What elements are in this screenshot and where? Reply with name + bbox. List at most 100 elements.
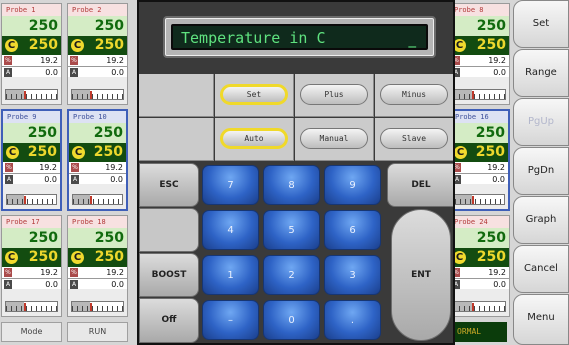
probe-panel-24[interactable]: Probe 24 250 C 250% 19.2 A 0.0 <box>449 215 510 317</box>
probe-amps: 0.0 <box>44 175 57 184</box>
probe-setpoint-row: C 250 <box>68 36 127 55</box>
del-button[interactable]: DEL <box>387 163 453 207</box>
probe-level-marker <box>23 91 26 99</box>
key-7[interactable]: 7 <box>202 165 259 205</box>
probe-value: 250 <box>450 228 509 248</box>
cancel-button[interactable]: Cancel <box>513 245 569 293</box>
mode-value[interactable]: RUN <box>67 322 128 342</box>
probe-level-marker <box>472 196 475 204</box>
key-4[interactable]: 4 <box>202 210 259 250</box>
probe-panel-18[interactable]: Probe 18 250 C 250% 19.2 A 0.0 <box>67 215 128 317</box>
plus-cell: Plus <box>295 74 374 117</box>
key-8[interactable]: 8 <box>263 165 320 205</box>
probe-percent-row: % 19.2 <box>2 55 61 66</box>
minus-cell: Minus <box>375 74 453 117</box>
celsius-icon: C <box>5 39 18 52</box>
celsius-icon: C <box>72 146 85 159</box>
probe-percent: 19.2 <box>487 163 505 172</box>
percent-icon: % <box>71 163 79 172</box>
manual-button[interactable]: Manual <box>300 128 368 149</box>
celsius-icon: C <box>71 251 84 264</box>
probe-percent: 19.2 <box>39 163 57 172</box>
probe-panel-17[interactable]: Probe 17 250 C 250% 19.2 A 0.0 <box>1 215 62 317</box>
probe-label: Probe 1 <box>2 4 61 16</box>
key-dot[interactable]: . <box>324 300 381 340</box>
probe-value: 250 <box>2 16 61 36</box>
dialog-title: Temperature in C <box>181 29 326 47</box>
probe-amps: 0.0 <box>45 280 58 289</box>
probe-panel-8[interactable]: Probe 8 250 C 250% 19.2 A 0.0 <box>449 3 510 105</box>
probe-level-marker <box>471 91 474 99</box>
level-ticks <box>73 199 122 204</box>
probe-value: 250 <box>68 228 127 248</box>
key-2[interactable]: 2 <box>263 255 320 295</box>
pgdn-button[interactable]: PgDn <box>513 147 569 195</box>
probe-panel-9[interactable]: Probe 9 250 C 250% 19.2 A 0.0 <box>1 109 62 211</box>
boost-button[interactable]: BOOST <box>139 253 199 297</box>
probe-label: Probe 10 <box>69 111 126 123</box>
level-ticks <box>72 94 123 99</box>
plus-button[interactable]: Plus <box>300 84 368 105</box>
probe-setpoint-row: C 250 <box>451 143 508 162</box>
set-mode-cell: Set <box>215 74 294 117</box>
probe-amps: 0.0 <box>45 68 58 77</box>
probe-panel-10[interactable]: Probe 10 250 C 250% 19.2 A 0.0 <box>67 109 128 211</box>
key-5[interactable]: 5 <box>263 210 320 250</box>
probe-amps-row: A 0.0 <box>450 278 509 289</box>
probe-panel-1[interactable]: Probe 1 250 C 250% 19.2 A 0.0 <box>1 3 62 105</box>
amps-icon: A <box>5 175 13 184</box>
probe-panel-2[interactable]: Probe 2 250 C 250% 19.2 A 0.0 <box>67 3 128 105</box>
auto-button[interactable]: Auto <box>220 128 288 149</box>
probe-level-bar <box>454 194 505 205</box>
probe-percent: 19.2 <box>488 268 506 277</box>
key-6[interactable]: 6 <box>324 210 381 250</box>
percent-icon: % <box>4 56 12 65</box>
key-9[interactable]: 9 <box>324 165 381 205</box>
probe-amps-row: A 0.0 <box>451 173 508 184</box>
key-minus[interactable]: – <box>202 300 259 340</box>
ent-button[interactable]: ENT <box>391 209 451 341</box>
level-ticks <box>454 94 505 99</box>
level-ticks <box>6 94 57 99</box>
probe-setpoint-row: C 250 <box>68 248 127 267</box>
minus-button[interactable]: Minus <box>380 84 448 105</box>
probe-percent-row: % 19.2 <box>3 162 60 173</box>
probe-level-bar <box>71 301 124 312</box>
menu-button[interactable]: Menu <box>513 294 569 345</box>
key-1[interactable]: 1 <box>202 255 259 295</box>
key-3[interactable]: 3 <box>324 255 381 295</box>
set-button[interactable]: Set <box>513 0 569 48</box>
auto-cell: Auto <box>215 118 294 161</box>
probe-setpoint-row: C 250 <box>3 143 60 162</box>
mode-label: Mode <box>1 322 62 342</box>
probe-percent-row: % 19.2 <box>68 55 127 66</box>
probe-amps: 0.0 <box>111 280 124 289</box>
key-0[interactable]: 0 <box>263 300 320 340</box>
amps-icon: A <box>4 68 12 77</box>
level-ticks <box>6 306 57 311</box>
set-mode-button[interactable]: Set <box>220 84 288 105</box>
probe-level-marker <box>89 303 92 311</box>
pgup-button[interactable]: PgUp <box>513 98 569 146</box>
probe-percent: 19.2 <box>105 163 123 172</box>
off-button[interactable]: Off <box>139 298 199 343</box>
slave-cell: Slave <box>375 118 453 161</box>
title-display: Temperature in C _ <box>171 24 428 50</box>
graph-button[interactable]: Graph <box>513 196 569 244</box>
probe-setpoint-row: C 250 <box>69 143 126 162</box>
probe-value: 250 <box>451 123 508 143</box>
range-button[interactable]: Range <box>513 49 569 97</box>
esc-button[interactable]: ESC <box>139 163 199 207</box>
probe-label: Probe 17 <box>2 216 61 228</box>
probe-level-marker <box>24 196 27 204</box>
probe-setpoint-row: C 250 <box>2 248 61 267</box>
probe-percent-row: % 19.2 <box>451 162 508 173</box>
amps-icon: A <box>4 280 12 289</box>
probe-panel-16[interactable]: Probe 16 250 C 250% 19.2 A 0.0 <box>449 109 510 211</box>
percent-icon: % <box>4 268 12 277</box>
probe-level-bar <box>453 301 506 312</box>
text-cursor: _ <box>408 30 417 48</box>
probe-percent: 19.2 <box>488 56 506 65</box>
slave-button[interactable]: Slave <box>380 128 448 149</box>
celsius-icon: C <box>5 251 18 264</box>
